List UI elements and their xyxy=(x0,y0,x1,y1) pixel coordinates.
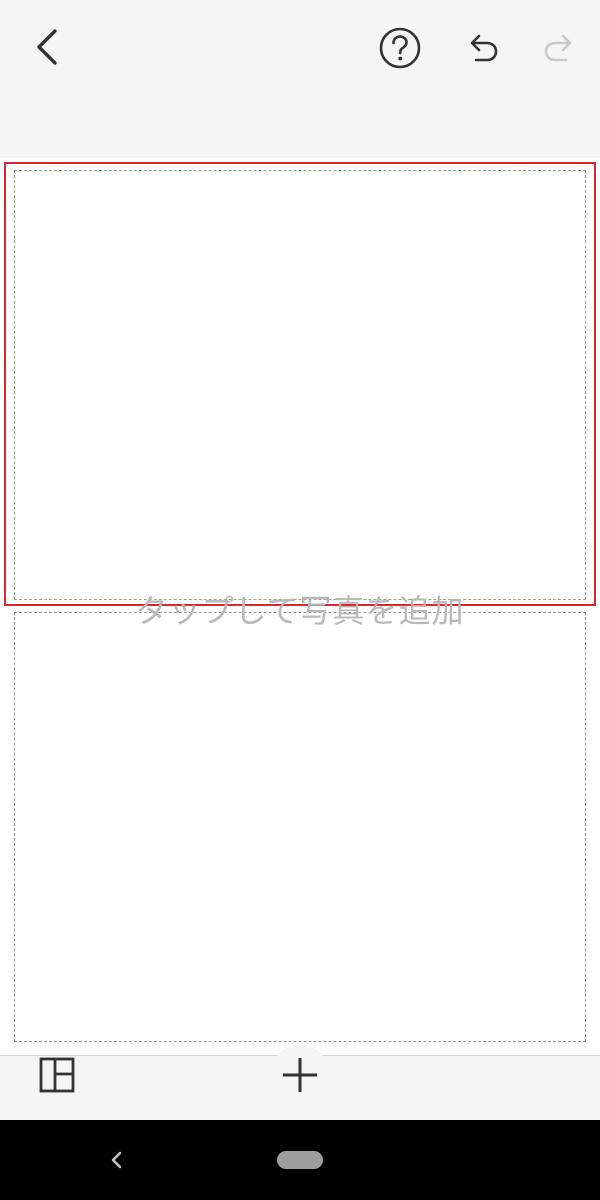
back-button[interactable] xyxy=(22,22,72,72)
help-circle-icon xyxy=(379,27,421,69)
undo-icon xyxy=(470,34,498,62)
system-navigation-bar xyxy=(0,1120,600,1200)
nav-back-icon xyxy=(111,1151,122,1169)
add-photo-placeholder-text[interactable]: タップして写真を追加 xyxy=(0,586,600,632)
collage-editor-screen: タップして写真を追加 xyxy=(0,0,600,1200)
layout-button[interactable] xyxy=(30,1057,84,1093)
help-button[interactable] xyxy=(376,24,424,72)
redo-icon xyxy=(544,34,572,62)
home-pill[interactable] xyxy=(277,1151,323,1169)
photo-slot-top[interactable] xyxy=(14,170,586,600)
photo-slot-bottom[interactable] xyxy=(14,612,586,1042)
add-button[interactable] xyxy=(270,1045,330,1105)
chevron-left-icon xyxy=(37,29,57,65)
nav-back-button[interactable] xyxy=(100,1144,132,1176)
plus-icon xyxy=(283,1058,317,1092)
undo-button[interactable] xyxy=(458,24,506,72)
top-bar xyxy=(0,0,600,96)
redo-button[interactable] xyxy=(536,24,584,72)
layout-grid-icon xyxy=(39,1057,75,1093)
bottom-toolbar xyxy=(0,1045,600,1120)
collage-canvas: タップして写真を追加 xyxy=(0,158,600,1056)
